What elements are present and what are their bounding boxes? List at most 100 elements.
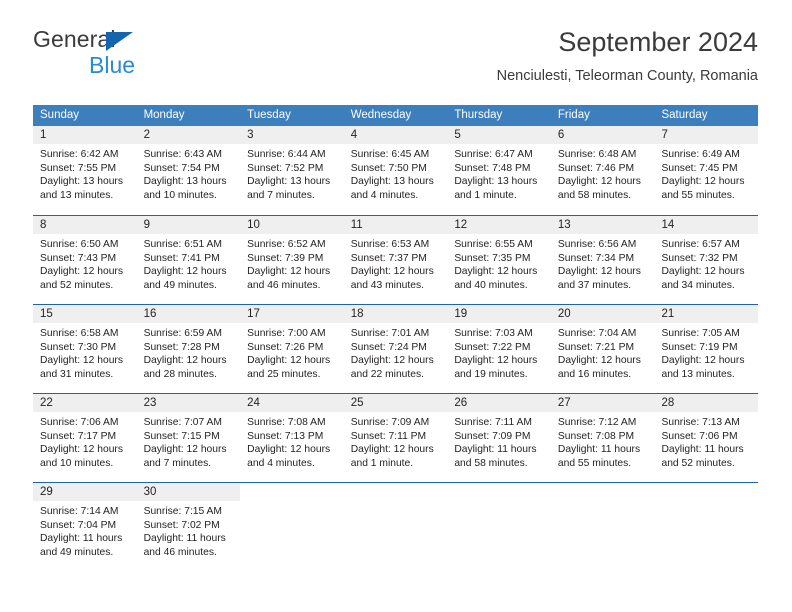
- day-cell[interactable]: Sunrise: 7:01 AM Sunset: 7:24 PM Dayligh…: [344, 323, 448, 392]
- day-cell[interactable]: Sunrise: 7:12 AM Sunset: 7:08 PM Dayligh…: [551, 412, 655, 481]
- day-cell[interactable]: Sunrise: 6:43 AM Sunset: 7:54 PM Dayligh…: [137, 144, 241, 213]
- day-number[interactable]: 5: [447, 126, 551, 144]
- daylight-text: Daylight: 12 hours and 16 minutes.: [557, 355, 641, 380]
- day-cell[interactable]: Sunrise: 6:51 AM Sunset: 7:41 PM Dayligh…: [137, 234, 241, 303]
- day-cell[interactable]: Sunrise: 6:50 AM Sunset: 7:43 PM Dayligh…: [33, 234, 137, 303]
- sunrise-text: Sunrise: 6:52 AM: [247, 239, 326, 250]
- day-cell[interactable]: Sunrise: 6:58 AM Sunset: 7:30 PM Dayligh…: [33, 323, 137, 392]
- day-number[interactable]: 22: [33, 394, 137, 412]
- day-number[interactable]: 23: [137, 394, 241, 412]
- day-number[interactable]: 12: [447, 216, 551, 234]
- daylight-text: Daylight: 12 hours and 13 minutes.: [661, 355, 745, 380]
- day-cell[interactable]: Sunrise: 7:14 AM Sunset: 7:04 PM Dayligh…: [33, 501, 137, 570]
- week-body-band: Sunrise: 6:50 AM Sunset: 7:43 PM Dayligh…: [33, 234, 758, 303]
- daylight-text: Daylight: 11 hours and 46 minutes.: [143, 533, 226, 558]
- day-cell[interactable]: Sunrise: 7:09 AM Sunset: 7:11 PM Dayligh…: [344, 412, 448, 481]
- day-number[interactable]: 4: [344, 126, 448, 144]
- daylight-text: Daylight: 13 hours and 1 minute.: [454, 176, 538, 201]
- day-cell[interactable]: Sunrise: 7:08 AM Sunset: 7:13 PM Dayligh…: [240, 412, 344, 481]
- day-number[interactable]: 15: [33, 305, 137, 323]
- sunrise-text: Sunrise: 6:45 AM: [350, 149, 430, 160]
- day-number[interactable]: 10: [240, 216, 344, 234]
- day-number[interactable]: 3: [240, 126, 344, 144]
- day-number[interactable]: 29: [33, 483, 137, 501]
- day-cell[interactable]: Sunrise: 6:53 AM Sunset: 7:37 PM Dayligh…: [344, 234, 448, 303]
- day-number[interactable]: 13: [551, 216, 655, 234]
- day-cell[interactable]: Sunrise: 6:55 AM Sunset: 7:35 PM Dayligh…: [447, 234, 551, 303]
- day-cell[interactable]: Sunrise: 6:48 AM Sunset: 7:46 PM Dayligh…: [551, 144, 655, 213]
- sunset-text: Sunset: 7:21 PM: [557, 341, 635, 353]
- day-cell[interactable]: Sunrise: 7:06 AM Sunset: 7:17 PM Dayligh…: [33, 412, 137, 481]
- sunset-text: Sunset: 7:41 PM: [143, 252, 220, 264]
- day-number[interactable]: 27: [551, 394, 655, 412]
- day-cell[interactable]: Sunrise: 7:03 AM Sunset: 7:22 PM Dayligh…: [447, 323, 551, 392]
- day-number[interactable]: 19: [447, 305, 551, 323]
- daylight-text: Daylight: 12 hours and 28 minutes.: [143, 355, 227, 380]
- daylight-text: Daylight: 13 hours and 13 minutes.: [40, 176, 123, 201]
- week-row: 15 16 17 18 19 20 21 Sunrise: 6:58 AM Su…: [33, 304, 758, 393]
- day-cell[interactable]: Sunrise: 6:57 AM Sunset: 7:32 PM Dayligh…: [654, 234, 758, 303]
- day-number[interactable]: 9: [137, 216, 241, 234]
- day-number[interactable]: 14: [654, 216, 758, 234]
- day-number[interactable]: 24: [240, 394, 344, 412]
- sunrise-text: Sunrise: 6:50 AM: [40, 239, 119, 250]
- brand-triangle-icon: [106, 32, 133, 51]
- day-number[interactable]: 17: [240, 305, 344, 323]
- daylight-text: Daylight: 13 hours and 7 minutes.: [247, 176, 331, 201]
- day-cell[interactable]: Sunrise: 6:42 AM Sunset: 7:55 PM Dayligh…: [33, 144, 137, 213]
- sunset-text: Sunset: 7:02 PM: [143, 519, 220, 531]
- sunset-text: Sunset: 7:04 PM: [40, 519, 117, 531]
- day-cell[interactable]: Sunrise: 6:56 AM Sunset: 7:34 PM Dayligh…: [551, 234, 655, 303]
- daylight-text: Daylight: 12 hours and 25 minutes.: [247, 355, 331, 380]
- daylight-text: Daylight: 12 hours and 1 minute.: [350, 444, 434, 469]
- sunrise-text: Sunrise: 7:04 AM: [557, 328, 637, 339]
- day-number[interactable]: 25: [344, 394, 448, 412]
- calendar-page: General Blue September 2024 Nenciulesti,…: [0, 0, 792, 612]
- day-number[interactable]: 1: [33, 126, 137, 144]
- daylight-text: Daylight: 12 hours and 43 minutes.: [350, 266, 434, 291]
- weekday-header-saturday: Saturday: [661, 109, 708, 121]
- day-cell[interactable]: Sunrise: 7:00 AM Sunset: 7:26 PM Dayligh…: [240, 323, 344, 392]
- daylight-text: Daylight: 12 hours and 34 minutes.: [661, 266, 745, 291]
- day-cell[interactable]: Sunrise: 6:47 AM Sunset: 7:48 PM Dayligh…: [447, 144, 551, 213]
- sunset-text: Sunset: 7:26 PM: [247, 341, 324, 353]
- day-number[interactable]: 28: [654, 394, 758, 412]
- daylight-text: Daylight: 12 hours and 46 minutes.: [247, 266, 331, 291]
- sunrise-text: Sunrise: 7:09 AM: [350, 417, 430, 428]
- day-cell[interactable]: Sunrise: 7:11 AM Sunset: 7:09 PM Dayligh…: [447, 412, 551, 481]
- day-number[interactable]: 11: [344, 216, 448, 234]
- day-number[interactable]: 16: [137, 305, 241, 323]
- brand-name-general: General: [33, 26, 116, 52]
- sunset-text: Sunset: 7:11 PM: [350, 430, 427, 442]
- sunset-text: Sunset: 7:22 PM: [454, 341, 531, 353]
- sunrise-text: Sunrise: 6:47 AM: [454, 149, 533, 160]
- day-number[interactable]: 2: [137, 126, 241, 144]
- sunset-text: Sunset: 7:35 PM: [454, 252, 531, 264]
- day-cell[interactable]: Sunrise: 6:45 AM Sunset: 7:50 PM Dayligh…: [344, 144, 448, 213]
- week-date-band: 1 2 3 4 5 6 7: [33, 126, 758, 144]
- daylight-text: Daylight: 11 hours and 58 minutes.: [454, 444, 537, 469]
- day-number[interactable]: 18: [344, 305, 448, 323]
- day-cell[interactable]: Sunrise: 7:15 AM Sunset: 7:02 PM Dayligh…: [137, 501, 241, 570]
- day-cell[interactable]: Sunrise: 7:07 AM Sunset: 7:15 PM Dayligh…: [137, 412, 241, 481]
- day-number[interactable]: 30: [137, 483, 241, 501]
- day-number[interactable]: 26: [447, 394, 551, 412]
- day-cell[interactable]: Sunrise: 7:05 AM Sunset: 7:19 PM Dayligh…: [654, 323, 758, 392]
- day-cell[interactable]: Sunrise: 6:49 AM Sunset: 7:45 PM Dayligh…: [654, 144, 758, 213]
- day-number[interactable]: 8: [33, 216, 137, 234]
- day-number[interactable]: 7: [654, 126, 758, 144]
- day-number-empty: [240, 483, 344, 501]
- day-cell[interactable]: Sunrise: 7:04 AM Sunset: 7:21 PM Dayligh…: [551, 323, 655, 392]
- day-cell[interactable]: Sunrise: 6:52 AM Sunset: 7:39 PM Dayligh…: [240, 234, 344, 303]
- day-cell[interactable]: Sunrise: 6:59 AM Sunset: 7:28 PM Dayligh…: [137, 323, 241, 392]
- day-number[interactable]: 21: [654, 305, 758, 323]
- day-number-empty: [550, 483, 655, 501]
- sunset-text: Sunset: 7:08 PM: [557, 430, 635, 442]
- day-cell[interactable]: Sunrise: 7:13 AM Sunset: 7:06 PM Dayligh…: [654, 412, 758, 481]
- day-cell[interactable]: Sunrise: 6:44 AM Sunset: 7:52 PM Dayligh…: [240, 144, 344, 213]
- week-date-band: 22 23 24 25 26 27 28: [33, 394, 758, 412]
- daylight-text: Daylight: 12 hours and 10 minutes.: [40, 444, 123, 469]
- day-number[interactable]: 6: [551, 126, 655, 144]
- sunset-text: Sunset: 7:48 PM: [454, 162, 531, 174]
- day-number[interactable]: 20: [551, 305, 655, 323]
